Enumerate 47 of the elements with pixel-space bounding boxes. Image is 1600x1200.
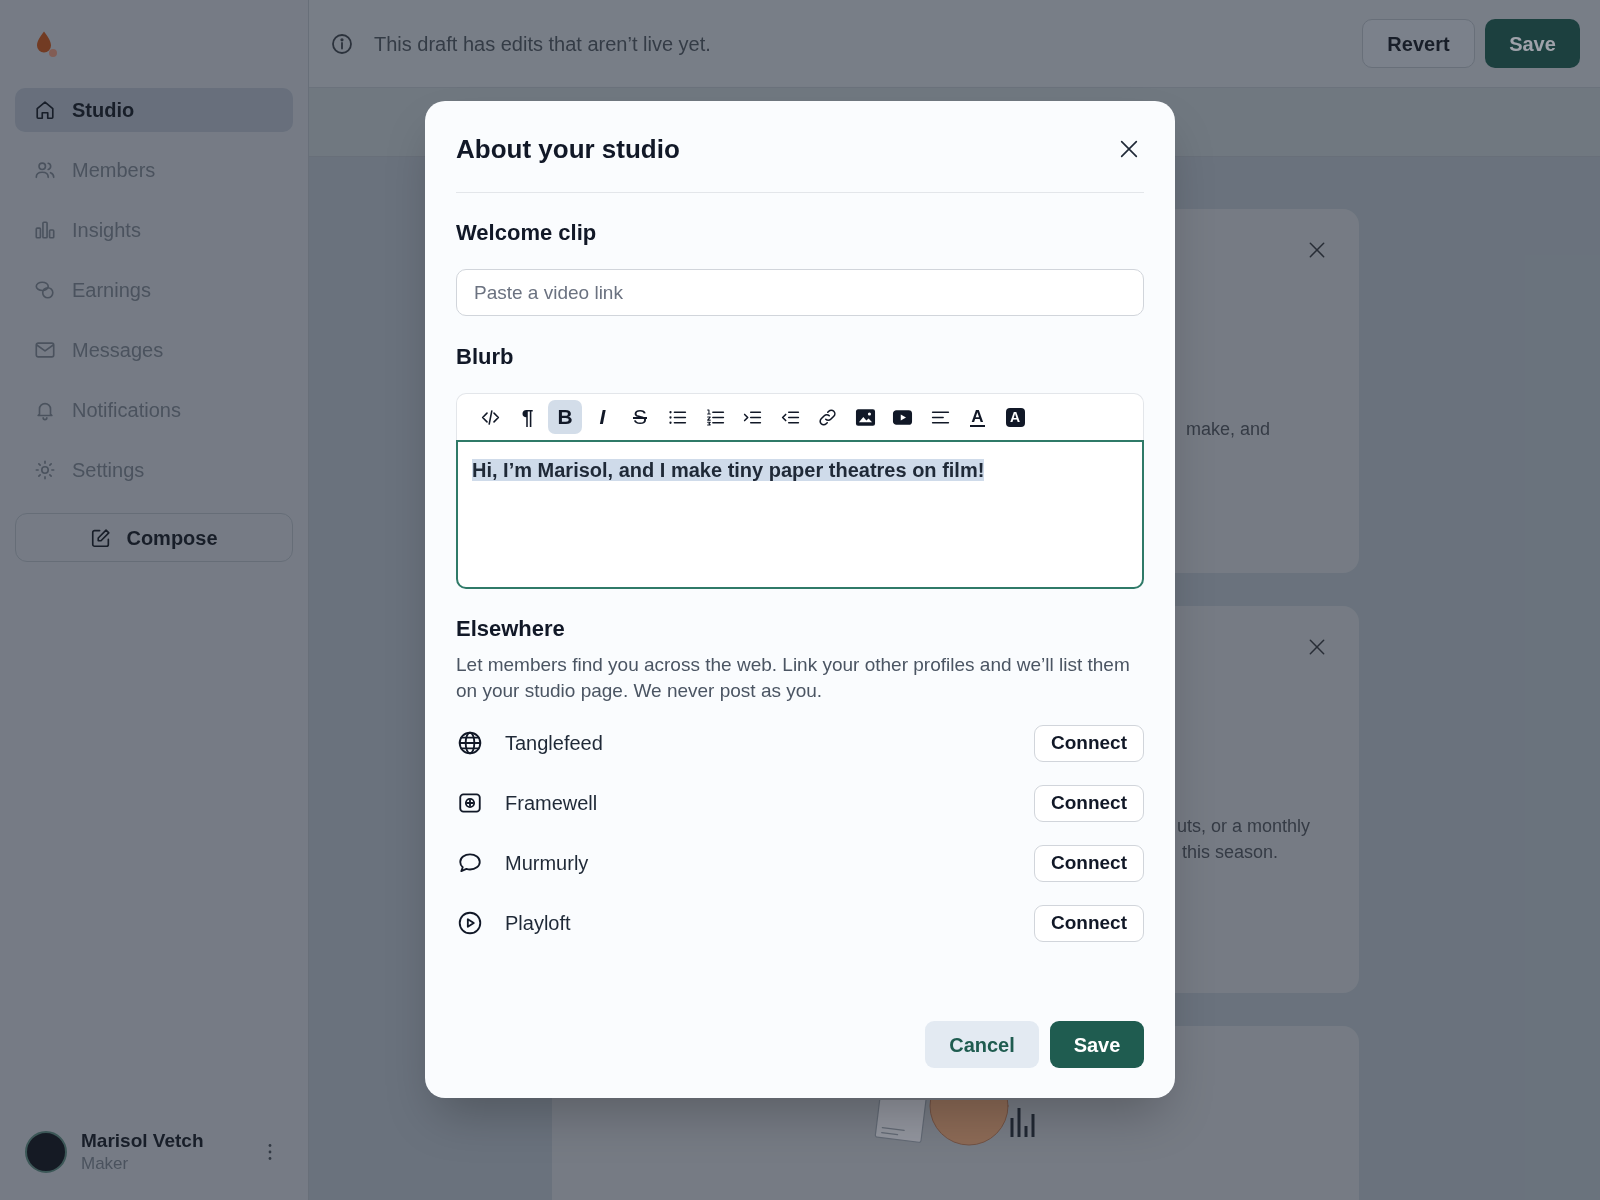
modal-title: About your studio — [456, 133, 680, 166]
user-avatar — [25, 1131, 67, 1173]
play-circle-icon — [457, 910, 483, 936]
bold-button[interactable]: B — [548, 400, 582, 434]
revert-button[interactable]: Revert — [1362, 19, 1475, 68]
cancel-button[interactable]: Cancel — [925, 1021, 1039, 1068]
info-icon — [330, 31, 354, 56]
framed-plus-icon — [457, 790, 483, 816]
connect-button[interactable]: Connect — [1034, 724, 1144, 762]
globe-icon — [457, 730, 483, 756]
blurb-text: Hi, I’m Marisol, and I make tiny paper theatres on film! — [472, 459, 985, 481]
home-icon — [34, 99, 56, 121]
draft-message: This draft has edits that aren’t live yet. — [374, 31, 711, 57]
save-button[interactable]: Save — [1050, 1021, 1144, 1068]
profile-name: Tanglefeed — [505, 731, 603, 756]
paragraph-button[interactable]: ¶ — [510, 400, 545, 434]
card-text-fragment: uts, or a monthly — [1177, 815, 1312, 838]
section-heading: Blurb — [456, 343, 515, 371]
numbered-list-icon — [704, 406, 726, 428]
text-color-button[interactable]: A — [960, 400, 995, 434]
highlight-button[interactable]: A — [998, 400, 1032, 434]
link-icon — [817, 406, 838, 428]
profile-name: Murmurly — [505, 851, 589, 876]
card-text-fragment: make, and — [1186, 418, 1272, 441]
bar-chart-icon — [34, 219, 56, 241]
profile-name: Playloft — [505, 911, 571, 936]
section-heading: Welcome clip — [456, 219, 598, 247]
users-icon — [34, 159, 56, 181]
close-icon[interactable] — [1118, 138, 1140, 160]
coins-icon — [34, 279, 56, 301]
section-heading: Elsewhere — [456, 615, 566, 643]
compose-button[interactable]: Compose — [15, 513, 293, 562]
save-button[interactable]: Save — [1485, 19, 1580, 68]
video-link-field[interactable]: Paste a video link — [456, 269, 1144, 316]
image-icon — [854, 406, 876, 428]
mail-icon — [34, 339, 56, 361]
strikethrough-button[interactable]: S — [623, 400, 657, 434]
profile-name: Framewell — [505, 791, 598, 816]
connect-button[interactable]: Connect — [1034, 844, 1144, 882]
connect-button[interactable]: Connect — [1034, 904, 1144, 942]
connect-button[interactable]: Connect — [1034, 784, 1144, 822]
card-text-fragment: this season. — [1182, 841, 1280, 864]
section-description: Let members find you across the web. Link your other profiles and we’ll list them on your studio page. We never post as you. — [456, 653, 1131, 703]
italic-button[interactable]: I — [585, 400, 620, 434]
user-name: Marisol Vetch — [81, 1129, 204, 1153]
blurb-editor[interactable]: Hi, I’m Marisol, and I make tiny paper theatres on film! — [456, 440, 1144, 589]
settings-icon — [34, 459, 56, 481]
